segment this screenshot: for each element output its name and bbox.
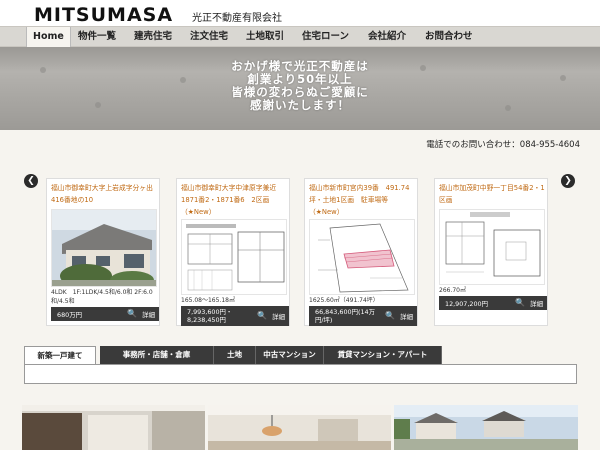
nav-item-property-list[interactable]: 物件一覧 (78, 27, 116, 47)
price-bar: 12,907,200円 🔍 詳細 (439, 296, 547, 310)
zoom-icon[interactable]: 🔍 (127, 309, 137, 318)
property-area: 1625.60㎡（491.74坪） (309, 297, 379, 304)
site-plan[interactable] (439, 209, 545, 285)
category-tabs: 新築一戸建て 事務所・店舗・倉庫 土地 中古マンション 賃貸マンション・アパート (24, 346, 577, 364)
price-bar: 7,993,600円・8,238,450円 🔍 詳細 (181, 306, 289, 326)
detail-button[interactable]: 詳細 (400, 312, 413, 321)
floor-plan[interactable] (181, 219, 287, 295)
chevron-left-icon[interactable]: ❮ (24, 174, 38, 188)
property-title[interactable]: 福山市加茂町中野一丁目54番2・1区画 (439, 182, 547, 206)
property-card[interactable]: 福山市御幸町大字上岩成字分ヶ出416番地の10 4LDK 1F:1LDK/4.5… (46, 178, 160, 326)
property-title[interactable]: 福山市新市町宮内39番 491.74坪・土地1区画 駐車場等（★New） (309, 182, 417, 218)
property-title[interactable]: 福山市御幸町大字上岩成字分ヶ出416番地の10 (51, 182, 159, 206)
property-price: 66,843,600円(14万円/坪) (315, 308, 375, 324)
house-photo[interactable] (51, 209, 157, 287)
tab-new-houses[interactable]: 新築一戸建て (24, 346, 96, 364)
tab-used-condos[interactable]: 中古マンション (256, 346, 324, 364)
tab-land[interactable]: 土地 (214, 346, 256, 364)
nav-item-built-houses[interactable]: 建売住宅 (134, 27, 172, 47)
property-price: 7,993,600円・8,238,450円 (187, 308, 233, 324)
interior-photo[interactable] (22, 405, 205, 450)
property-price: 680万円 (57, 311, 82, 319)
site-header: MITSUMASA 光正不動産有限会社 (0, 0, 600, 26)
lot-plan[interactable] (309, 219, 415, 295)
property-card[interactable]: 福山市加茂町中野一丁目54番2・1区画 266.70㎡ 12,907,200円 … (434, 178, 548, 326)
price-bar: 66,843,600円(14万円/坪) 🔍 詳細 (309, 306, 417, 326)
zoom-icon[interactable]: 🔍 (257, 311, 267, 320)
property-card[interactable]: 福山市新市町宮内39番 491.74坪・土地1区画 駐車場等（★New） 162… (304, 178, 418, 326)
hero-banner: おかげ様で光正不動産は 創業より50年以上 皆様の変わらぬご愛顧に 感謝いたしま… (0, 47, 600, 130)
detail-button[interactable]: 詳細 (142, 310, 155, 319)
nav-item-contact[interactable]: お問合わせ (425, 27, 473, 47)
hero-message: おかげ様で光正不動産は 創業より50年以上 皆様の変わらぬご愛顧に 感謝いたしま… (0, 60, 600, 112)
price-bar: 680万円 🔍 詳細 (51, 307, 159, 321)
nav-item-housing-loan[interactable]: 住宅ローン (302, 27, 349, 47)
chevron-right-icon[interactable]: ❯ (561, 174, 575, 188)
site-logo[interactable]: MITSUMASA (34, 4, 173, 26)
property-area: 266.70㎡ (439, 287, 466, 294)
detail-button[interactable]: 詳細 (530, 299, 543, 308)
living-room-photo[interactable] (208, 405, 391, 450)
hero-line: 感謝いたします！ (250, 98, 350, 112)
zoom-icon[interactable]: 🔍 (385, 311, 395, 320)
property-card[interactable]: 福山市御幸町大字中津原字兼近1871番2・1871番6 2区画（★New） 16… (176, 178, 290, 326)
property-price: 12,907,200円 (445, 300, 488, 308)
company-name: 光正不動産有限会社 (192, 13, 282, 24)
tab-panel (24, 364, 577, 384)
nav-item-home[interactable]: Home (26, 27, 71, 47)
tab-office-shop-warehouse[interactable]: 事務所・店舗・倉庫 (100, 346, 214, 364)
detail-button[interactable]: 詳細 (272, 312, 285, 321)
main-nav: Home 物件一覧 建売住宅 注文住宅 土地取引 住宅ローン 会社紹介 お問合わ… (0, 26, 600, 47)
exterior-photo[interactable] (394, 405, 578, 450)
nav-item-custom-houses[interactable]: 注文住宅 (190, 27, 228, 47)
zoom-icon[interactable]: 🔍 (515, 298, 525, 307)
nav-item-land-trade[interactable]: 土地取引 (246, 27, 284, 47)
nav-item-company[interactable]: 会社紹介 (368, 27, 406, 47)
property-title[interactable]: 福山市御幸町大字中津原字兼近1871番2・1871番6 2区画（★New） (181, 182, 289, 218)
tab-rental-apartments[interactable]: 賃貸マンション・アパート (324, 346, 442, 364)
property-area: 165.08～165.18㎡ (181, 297, 235, 304)
contact-phone: 電話でのお問い合わせ：084-955-4604 (426, 140, 580, 150)
property-layout: 4LDK 1F:1LDK/4.5和/6.0和 2F:6.0和/4.5和 (51, 289, 153, 305)
